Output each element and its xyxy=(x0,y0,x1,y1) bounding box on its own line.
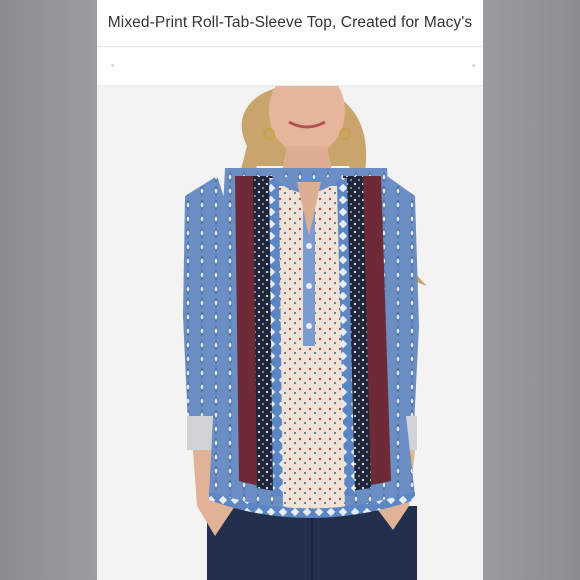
product-photo[interactable] xyxy=(97,86,483,580)
product-card: Mixed-Print Roll-Tab-Sleeve Top, Created… xyxy=(97,0,483,580)
toolbar-marker-right xyxy=(472,64,475,67)
right-backdrop xyxy=(483,0,580,580)
toolbar-strip xyxy=(97,47,483,85)
product-title: Mixed-Print Roll-Tab-Sleeve Top, Created… xyxy=(107,14,473,31)
product-header: Mixed-Print Roll-Tab-Sleeve Top, Created… xyxy=(97,0,483,46)
toolbar-marker-left xyxy=(111,64,114,67)
model-illustration xyxy=(97,86,483,580)
left-backdrop xyxy=(0,0,97,580)
